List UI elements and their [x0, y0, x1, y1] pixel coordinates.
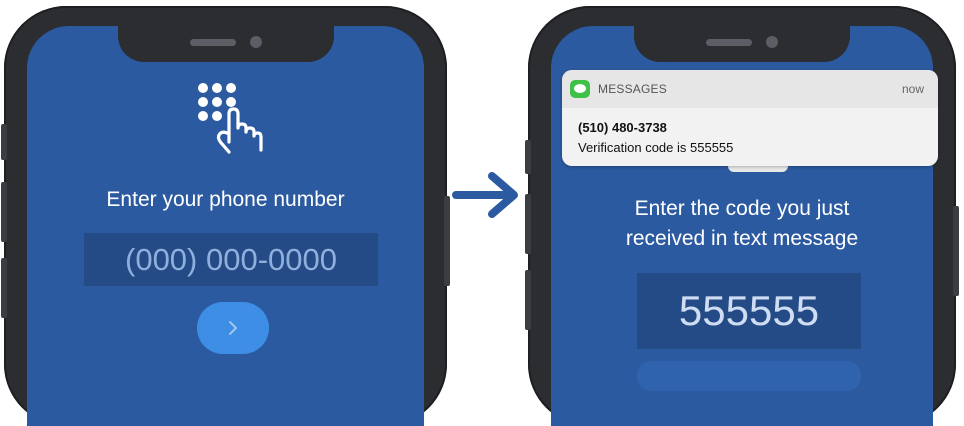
notification-sender: (510) 480-3738 [578, 120, 667, 135]
code-prompt-line-1: Enter the code you just [634, 197, 850, 220]
power-button [444, 196, 450, 286]
notification-app-name: MESSAGES [598, 82, 667, 96]
notification-time: now [901, 82, 924, 96]
speaker [189, 39, 236, 46]
notification-header: MESSAGES now [562, 70, 938, 108]
code-prompt: Enter the code you just received in text… [551, 194, 933, 254]
chevron-right-icon [229, 321, 237, 335]
power-button [953, 206, 959, 296]
submit-button[interactable] [637, 361, 861, 391]
notch [634, 26, 850, 62]
volume-down-button [525, 270, 531, 330]
code-prompt-line-2: received in text message [625, 227, 859, 250]
next-button[interactable] [197, 302, 269, 354]
keypad-tap-icon [198, 83, 263, 154]
mute-switch [525, 140, 531, 174]
sms-notification[interactable]: MESSAGES now (510) 480-3738 Verification… [562, 70, 938, 166]
speaker [706, 39, 752, 46]
front-camera [249, 36, 262, 48]
phone-prompt: Enter your phone number [106, 188, 345, 211]
mute-switch [1, 124, 7, 160]
verification-code-input[interactable]: 555555 [637, 273, 861, 349]
phone-entry-screen: Enter your phone number [27, 26, 424, 426]
volume-up-button [525, 194, 531, 254]
notch [117, 26, 334, 62]
notification-body: Verification code is 555555 [578, 140, 734, 155]
volume-down-button [1, 258, 7, 318]
messages-app-icon [570, 80, 590, 98]
volume-up-button [1, 182, 7, 242]
left-phone: Enter your phone number [1, 6, 450, 426]
front-camera [766, 36, 778, 48]
arrow-right-icon [452, 172, 518, 218]
phone-number-input[interactable] [84, 233, 378, 286]
right-phone: Enter the code you just received in text… [525, 6, 959, 426]
